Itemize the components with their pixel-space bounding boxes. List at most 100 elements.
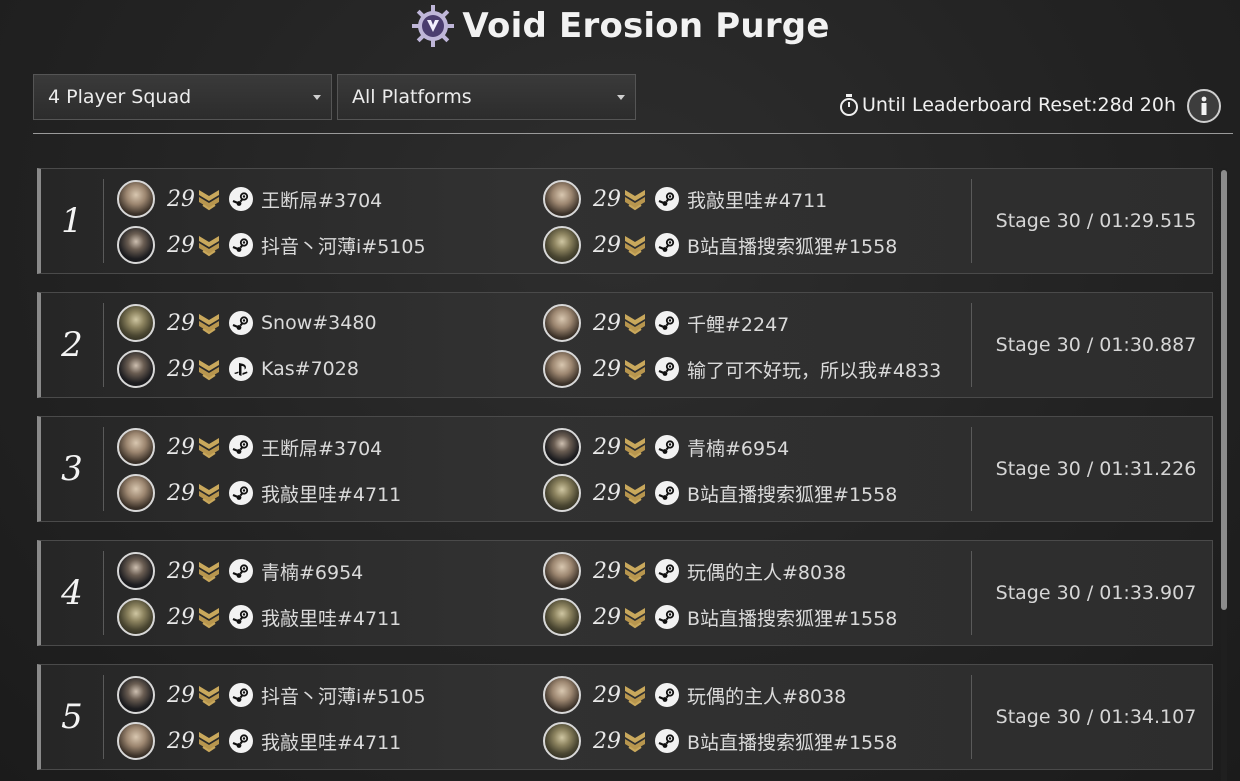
row-divider <box>103 675 104 759</box>
player-level: 29 <box>167 356 195 382</box>
row-divider <box>971 551 972 635</box>
leaderboard-reset-timer: Until Leaderboard Reset: 28d 20h <box>839 94 1176 116</box>
rank-chevron-icon <box>625 686 645 707</box>
player-entry[interactable]: 29 我敲里哇#4711 <box>117 721 401 761</box>
chevron-down-icon <box>617 95 625 100</box>
avatar[interactable] <box>117 304 155 342</box>
header-divider <box>33 133 1233 134</box>
player-entry[interactable]: 29 我敲里哇#4711 <box>543 179 827 219</box>
player-entry[interactable]: 29 王断屌#3704 <box>117 179 382 219</box>
player-name[interactable]: Snow#3480 <box>261 312 377 334</box>
player-name[interactable]: 青楠#6954 <box>261 558 363 585</box>
avatar[interactable] <box>117 428 155 466</box>
row-divider <box>103 427 104 511</box>
player-level: 29 <box>167 728 195 754</box>
player-entry[interactable]: 29 青楠#6954 <box>543 427 789 467</box>
player-entry[interactable]: 29 抖音丶河薄i#5105 <box>117 225 426 265</box>
steam-icon <box>655 481 679 505</box>
platform-dropdown[interactable]: All Platforms <box>337 74 636 120</box>
avatar[interactable] <box>117 350 155 388</box>
rank-chevron-icon <box>199 686 219 707</box>
void-gear-emblem-icon <box>412 5 455 47</box>
player-name[interactable]: B站直播搜索狐狸#1558 <box>687 604 897 631</box>
player-name[interactable]: 我敲里哇#4711 <box>261 480 401 507</box>
player-name[interactable]: B站直播搜索狐狸#1558 <box>687 728 897 755</box>
avatar[interactable] <box>543 350 581 388</box>
player-name[interactable]: 玩偶的主人#8038 <box>687 682 846 709</box>
avatar[interactable] <box>543 226 581 264</box>
playstation-icon <box>229 357 253 381</box>
player-name[interactable]: B站直播搜索狐狸#1558 <box>687 232 897 259</box>
avatar[interactable] <box>117 598 155 636</box>
player-name[interactable]: 王断屌#3704 <box>261 434 382 461</box>
avatar[interactable] <box>543 180 581 218</box>
player-entry[interactable]: 29 B站直播搜索狐狸#1558 <box>543 225 897 265</box>
player-name[interactable]: 千鲤#2247 <box>687 310 789 337</box>
avatar[interactable] <box>117 722 155 760</box>
avatar[interactable] <box>117 180 155 218</box>
avatar[interactable] <box>117 676 155 714</box>
player-entry[interactable]: 29 千鲤#2247 <box>543 303 789 343</box>
player-name[interactable]: 我敲里哇#4711 <box>261 604 401 631</box>
player-entry[interactable]: 29 玩偶的主人#8038 <box>543 551 846 591</box>
player-name[interactable]: 输了可不好玩，所以我#4833 <box>687 356 941 383</box>
avatar[interactable] <box>543 722 581 760</box>
player-name[interactable]: 我敲里哇#4711 <box>687 186 827 213</box>
avatar[interactable] <box>543 474 581 512</box>
player-entry[interactable]: 29 Snow#3480 <box>117 303 377 343</box>
rank-number: 3 <box>61 449 83 489</box>
avatar[interactable] <box>117 226 155 264</box>
rank-chevron-icon <box>199 190 219 211</box>
rank-chevron-icon <box>625 236 645 257</box>
player-entry[interactable]: 29 B站直播搜索狐狸#1558 <box>543 473 897 513</box>
player-name[interactable]: 抖音丶河薄i#5105 <box>261 232 426 259</box>
leaderboard-row[interactable]: 1 Stage 30 / 01:29.515 29 王断屌#3704 29 抖音丶河薄… <box>37 168 1213 274</box>
player-entry[interactable]: 29 王断屌#3704 <box>117 427 382 467</box>
leaderboard-row[interactable]: 4 Stage 30 / 01:33.907 29 青楠#6954 29 我敲里哇#4… <box>37 540 1213 646</box>
rank-chevron-icon <box>199 608 219 629</box>
player-entry[interactable]: 29 玩偶的主人#8038 <box>543 675 846 715</box>
player-level: 29 <box>167 682 195 708</box>
player-entry[interactable]: 29 Kas#7028 <box>117 349 359 389</box>
leaderboard-row[interactable]: 3 Stage 30 / 01:31.226 29 王断屌#3704 29 我敲里哇#… <box>37 416 1213 522</box>
player-level: 29 <box>593 356 621 382</box>
player-entry[interactable]: 29 抖音丶河薄i#5105 <box>117 675 426 715</box>
scrollbar-thumb[interactable] <box>1221 170 1227 610</box>
player-entry[interactable]: 29 B站直播搜索狐狸#1558 <box>543 597 897 637</box>
avatar[interactable] <box>543 676 581 714</box>
player-entry[interactable]: 29 青楠#6954 <box>117 551 363 591</box>
reset-value: 28d 20h <box>1097 94 1177 116</box>
info-button[interactable] <box>1187 89 1221 123</box>
player-name[interactable]: B站直播搜索狐狸#1558 <box>687 480 897 507</box>
rank-chevron-icon <box>625 484 645 505</box>
player-name[interactable]: 我敲里哇#4711 <box>261 728 401 755</box>
avatar[interactable] <box>543 552 581 590</box>
player-name[interactable]: 抖音丶河薄i#5105 <box>261 682 426 709</box>
page-title: Void Erosion Purge <box>462 6 830 46</box>
leaderboard-row[interactable]: 2 Stage 30 / 01:30.887 29 Snow#3480 29 Kas#… <box>37 292 1213 398</box>
player-entry[interactable]: 29 我敲里哇#4711 <box>117 473 401 513</box>
info-icon <box>1201 96 1207 115</box>
player-name[interactable]: 青楠#6954 <box>687 434 789 461</box>
player-entry[interactable]: 29 B站直播搜索狐狸#1558 <box>543 721 897 761</box>
steam-icon <box>229 187 253 211</box>
steam-icon <box>655 605 679 629</box>
steam-icon <box>655 187 679 211</box>
avatar[interactable] <box>543 428 581 466</box>
player-name[interactable]: Kas#7028 <box>261 358 359 380</box>
avatar[interactable] <box>543 304 581 342</box>
player-level: 29 <box>593 434 621 460</box>
squad-size-dropdown[interactable]: 4 Player Squad <box>33 74 332 120</box>
leaderboard-row[interactable]: 5 Stage 30 / 01:34.107 29 抖音丶河薄i#5105 29 我敲… <box>37 664 1213 770</box>
player-entry[interactable]: 29 我敲里哇#4711 <box>117 597 401 637</box>
player-name[interactable]: 玩偶的主人#8038 <box>687 558 846 585</box>
avatar[interactable] <box>117 552 155 590</box>
player-level: 29 <box>167 480 195 506</box>
player-entry[interactable]: 29 输了可不好玩，所以我#4833 <box>543 349 941 389</box>
row-divider <box>971 303 972 387</box>
player-name[interactable]: 王断屌#3704 <box>261 186 382 213</box>
player-level: 29 <box>593 480 621 506</box>
avatar[interactable] <box>543 598 581 636</box>
avatar[interactable] <box>117 474 155 512</box>
player-level: 29 <box>167 186 195 212</box>
